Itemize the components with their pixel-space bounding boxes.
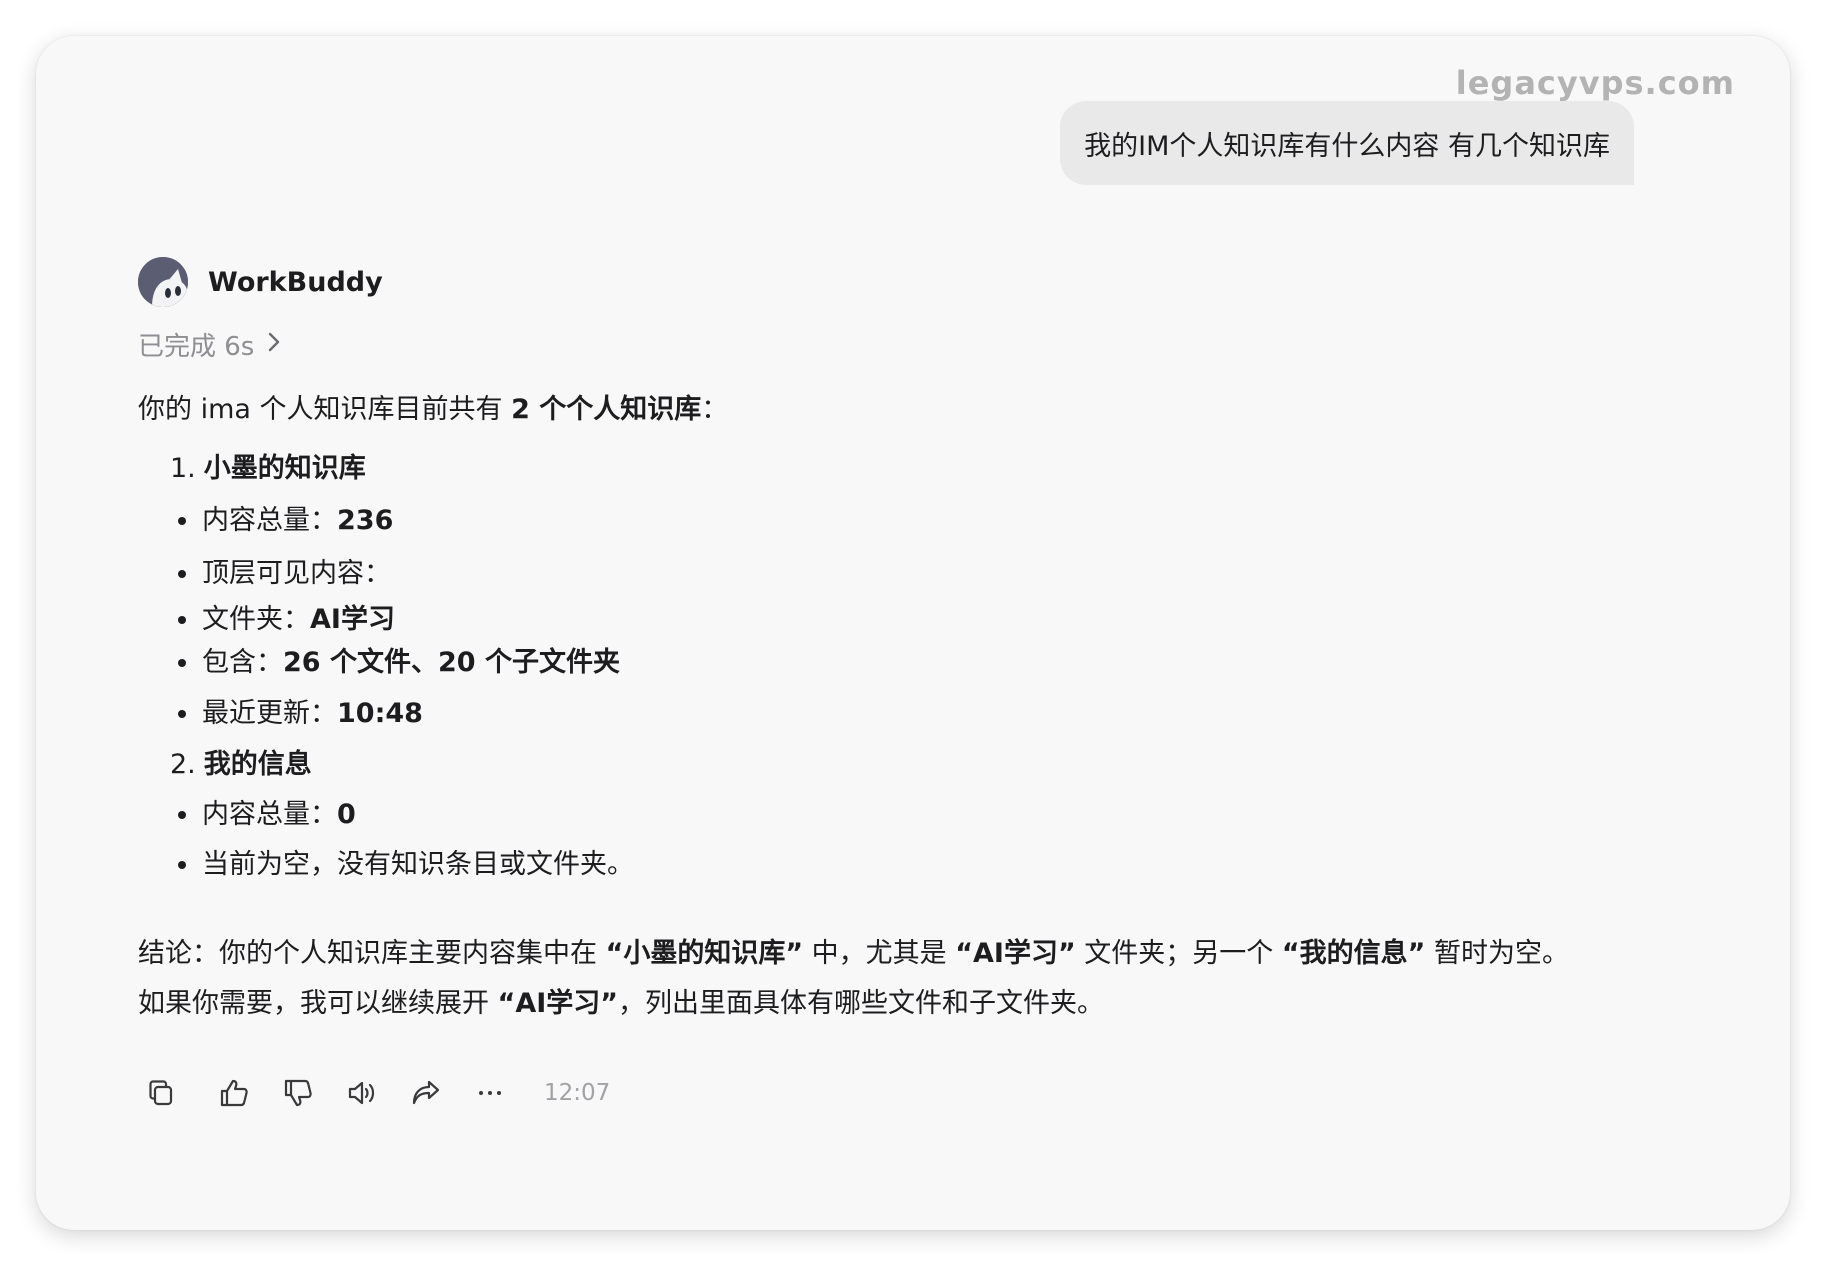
- kb-item-2-title: 2. 我的信息: [138, 741, 1678, 789]
- text-run: 如果你需要，我可以继续展开: [138, 988, 498, 1019]
- conclusion-line-1: 结论：你的个人知识库主要内容集中在 “小墨的知识库” 中，尤其是 “AI学习” …: [138, 929, 1678, 979]
- assistant-message: WorkBuddy 已完成 6s 你的 ima 个人知识库目前共有 2 个个人知…: [138, 256, 1678, 1113]
- read-aloud-button[interactable]: [330, 1073, 394, 1113]
- share-icon: [412, 1080, 440, 1105]
- item-value: 236: [337, 505, 394, 536]
- text-run: ，列出里面具体有哪些文件和子文件夹。: [618, 988, 1105, 1019]
- dislike-button[interactable]: [266, 1073, 330, 1113]
- text-run: “AI学习”: [955, 938, 1076, 969]
- copy-button[interactable]: [138, 1073, 202, 1113]
- list-item: 文件夹： AI学习: [138, 599, 1678, 641]
- answer-body: 你的 ima 个人知识库目前共有 2 个个人知识库： 1. 小墨的知识库 内容总量…: [138, 390, 1678, 1029]
- conclusion-paragraph: 结论：你的个人知识库主要内容集中在 “小墨的知识库” 中，尤其是 “AI学习” …: [138, 929, 1678, 1029]
- item-label: 最近更新：: [202, 698, 337, 729]
- item-label: 包含：: [202, 647, 283, 678]
- item-value: 10:48: [337, 698, 423, 729]
- item-value: 26 个文件、20 个子文件夹: [283, 647, 620, 678]
- assistant-name: WorkBuddy: [208, 266, 383, 298]
- item-label: 顶层可见内容：: [202, 558, 391, 589]
- user-message-text: 我的IM个人知识库有什么内容 有几个知识库: [1084, 130, 1610, 162]
- list-item: 顶层可见内容：: [138, 549, 1678, 599]
- list-item: 包含： 26 个文件、20 个子文件夹: [138, 641, 1678, 685]
- user-message-bubble: 我的IM个人知识库有什么内容 有几个知识库: [1060, 101, 1634, 185]
- like-button[interactable]: [202, 1073, 266, 1113]
- kb-title: 小墨的知识库: [203, 453, 366, 484]
- speaker-icon: [348, 1081, 375, 1105]
- item-value: AI学习: [310, 604, 395, 635]
- chevron-right-icon: [268, 330, 280, 358]
- text-run: 文件夹；另一个: [1075, 938, 1282, 969]
- item-label: 当前为空，没有知识条目或文件夹。: [202, 849, 634, 880]
- list-item: 内容总量： 0: [138, 789, 1678, 841]
- copy-icon: [149, 1080, 173, 1106]
- chat-window: legacyvps.com 我的IM个人知识库有什么内容 有几个知识库 Work…: [36, 36, 1790, 1230]
- watermark: legacyvps.com: [1455, 64, 1735, 102]
- thinking-status-toggle[interactable]: 已完成 6s: [138, 324, 1678, 364]
- kb-item-1-title: 1. 小墨的知识库: [138, 440, 1678, 498]
- text-run: “小墨的知识库”: [605, 938, 804, 969]
- list-item: 最近更新： 10:48: [138, 687, 1678, 741]
- workbuddy-avatar-icon: [138, 257, 188, 307]
- more-icon: [479, 1091, 501, 1095]
- list-item: 当前为空，没有知识条目或文件夹。: [138, 841, 1678, 889]
- item-label: 内容总量：: [202, 505, 337, 536]
- thumbs-down-icon: [284, 1079, 312, 1107]
- intro-text: 你的 ima 个人知识库目前共有: [138, 394, 512, 425]
- status-text: 已完成 6s: [138, 331, 255, 362]
- list-item: 内容总量： 236: [138, 498, 1678, 544]
- item-label: 内容总量：: [202, 799, 337, 830]
- intro-count: 2 个个人知识库: [511, 394, 702, 425]
- text-run: “我的信息”: [1281, 938, 1426, 969]
- assistant-header: WorkBuddy: [138, 256, 1678, 308]
- text-run: “AI学习”: [497, 988, 619, 1019]
- text-run: 结论：你的个人知识库主要内容集中在: [138, 938, 606, 969]
- message-action-bar: 12:07: [138, 1073, 1678, 1113]
- text-run: 中，尤其是: [803, 938, 956, 969]
- more-button[interactable]: [458, 1073, 522, 1113]
- text-run: 暂时为空。: [1425, 938, 1569, 969]
- message-timestamp: 12:07: [544, 1080, 611, 1106]
- list-number: 1.: [170, 453, 196, 484]
- conclusion-line-2: 如果你需要，我可以继续展开 “AI学习”，列出里面具体有哪些文件和子文件夹。: [138, 979, 1678, 1029]
- share-button[interactable]: [394, 1073, 458, 1113]
- item-value: 0: [337, 799, 356, 830]
- intro-colon: ：: [701, 394, 729, 425]
- item-label: 文件夹：: [202, 604, 310, 635]
- answer-intro: 你的 ima 个人知识库目前共有 2 个个人知识库：: [138, 390, 1678, 438]
- thumbs-up-icon: [220, 1079, 248, 1107]
- kb-title: 我的信息: [203, 749, 312, 780]
- list-number: 2.: [170, 749, 196, 780]
